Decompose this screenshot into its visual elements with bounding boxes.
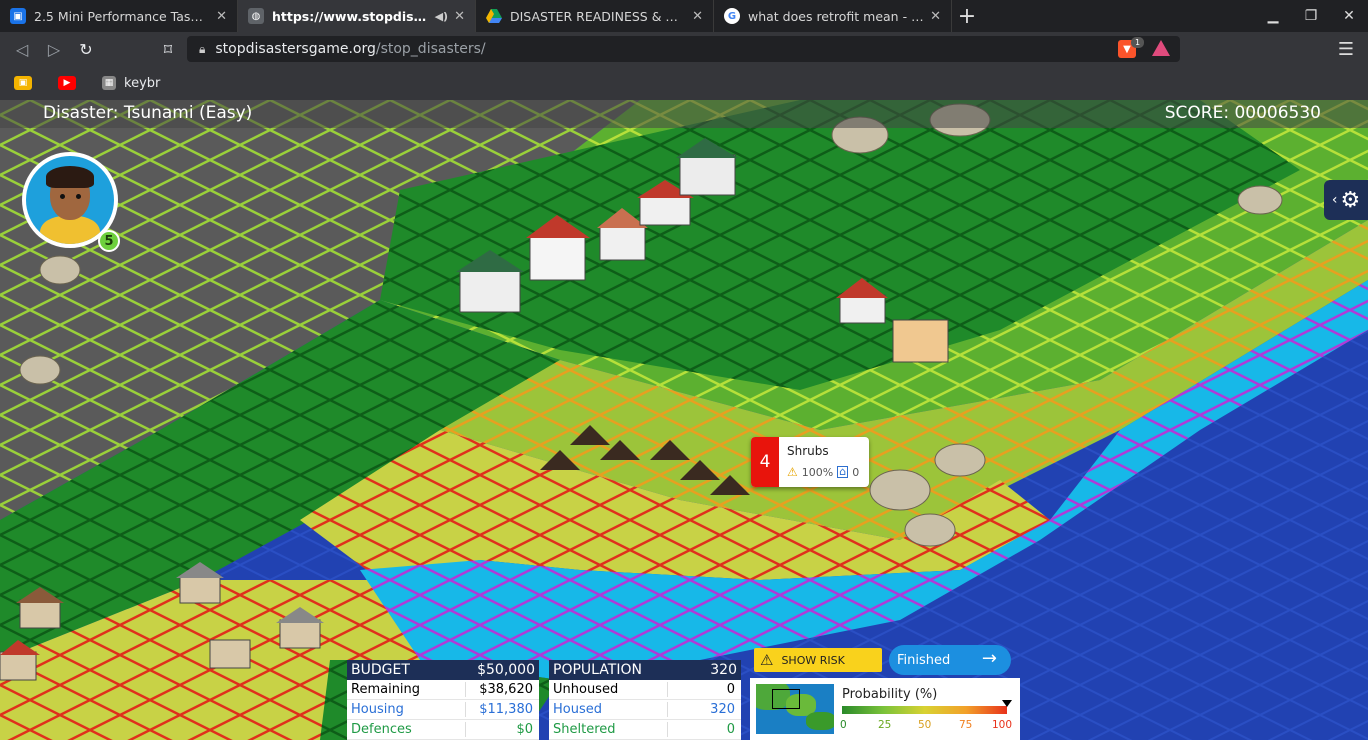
bookmark-icon[interactable]: ⌑ [152,34,184,64]
budget-panel: BUDGET $50,000 Remaining $38,620 Housing $1… [347,660,539,740]
url-domain: stopdisastersgame.org [215,41,376,57]
probability-marker [1002,700,1012,707]
finished-label: Finished [897,652,951,668]
probability-panel: Probability (%) 0 25 50 75 100 [750,678,1020,740]
status-band: Disaster: Tsunami (Easy) SCORE: 00006530 [0,100,1368,128]
budget-row-label: Remaining [351,682,421,697]
google-icon: G [724,8,740,24]
forward-icon[interactable]: ▷ [38,34,70,64]
tile-name: Shrubs [787,444,829,458]
tile-risk-number: 4 [751,437,779,487]
population-row-value: 0 [667,682,737,697]
tick-label: 75 [959,719,973,731]
finished-button[interactable]: Finished → [889,645,1011,675]
reload-icon[interactable]: ↻ [70,34,102,64]
close-icon[interactable]: ✕ [216,9,227,24]
probability-gradient [842,706,1007,714]
window-controls: ▁ ❐ ✕ [1254,0,1368,32]
population-row-label: Housed [553,702,602,717]
tab-title: https://www.stopdisasters [272,8,431,24]
settings-button[interactable]: ‹ ⚙ [1324,180,1368,220]
warning-icon: ⚠ [760,651,774,669]
tab-classroom[interactable]: ▣ 2.5 Mini Performance Task : STOP D ✕ [0,0,238,32]
tile-houses-value: 0 [852,465,860,479]
bookmark-label: keybr [124,75,161,91]
gear-icon: ⚙ [1340,187,1361,213]
maximize-icon[interactable]: ❐ [1292,0,1330,32]
tab-strip: ▣ 2.5 Mini Performance Task : STOP D ✕ ◍… [0,0,1368,32]
tile-tooltip: 4 Shrubs ⚠ 100% ⌂ 0 [751,437,869,487]
keybr-icon: ▦ [102,76,116,90]
lock-icon: 🔒︎ [199,41,206,56]
menu-icon[interactable]: ☰ [1338,39,1354,60]
close-window-icon[interactable]: ✕ [1330,0,1368,32]
address-bar[interactable]: 🔒︎ stopdisastersgame.org/stop_disasters/ [187,36,1180,62]
population-row-label: Unhoused [553,682,619,697]
tab-google[interactable]: G what does retrofit mean - Google S ✕ [714,0,952,32]
population-row-value: 320 [667,702,737,717]
tab-drive[interactable]: DISASTER READINESS & RISK REDU ✕ [476,0,714,32]
population-panel: POPULATION 320 Unhoused 0 Housed 320 Shelte… [549,660,741,740]
tab-title: 2.5 Mini Performance Task : STOP D [34,8,210,24]
budget-row-value: $11,380 [465,702,535,717]
close-icon[interactable]: ✕ [692,9,703,24]
tab-title: what does retrofit mean - Google S [748,8,924,24]
back-icon[interactable]: ◁ [6,34,38,64]
classroom-icon: ▣ [10,8,26,24]
youtube-icon: ▶ [58,76,76,90]
tick-label: 50 [918,719,932,731]
shields-count-badge: 1 [1131,37,1144,48]
brave-rewards-icon[interactable] [1152,40,1170,56]
population-total: 320 [710,662,737,678]
globe-icon: ◍ [248,8,264,24]
close-icon[interactable]: ✕ [454,9,465,24]
population-row-label: Sheltered [553,722,616,737]
tick-label: 0 [840,719,847,731]
population-row-value: 0 [667,722,737,737]
tile-risk-value: 100% [801,465,834,479]
budget-row-label: Housing [351,702,404,717]
budget-row-value: $38,620 [465,682,535,697]
tab-stopdisasters[interactable]: ◍ https://www.stopdisasters ◀) ✕ [238,0,476,32]
show-risk-button[interactable]: ⚠ SHOW RISK [754,648,882,672]
budget-header: BUDGET [351,662,410,678]
arrow-right-icon: → [981,648,997,669]
chevron-left-icon: ‹ [1331,192,1338,208]
minimize-icon[interactable]: ▁ [1254,0,1292,32]
budget-row-value: $0 [465,722,535,737]
bookmarks-bar: ▣ ▶ ▦ keybr [0,66,1368,100]
probability-title: Probability (%) [842,687,938,702]
disaster-label: Disaster: Tsunami (Easy) [43,103,253,123]
new-tab-button[interactable]: + [952,0,982,32]
show-risk-label: SHOW RISK [781,653,845,667]
tick-label: 100 [992,719,1013,731]
house-icon: ⌂ [837,465,849,478]
bookmark-keybr[interactable]: ▦ keybr [102,76,160,91]
close-icon[interactable]: ✕ [930,9,941,24]
warning-icon: ⚠ [787,465,798,479]
population-header: POPULATION [553,662,642,678]
bookmark-youtube[interactable]: ▶ [58,76,84,90]
tab-title: DISASTER READINESS & RISK REDU [510,8,686,24]
budget-row-label: Defences [351,722,412,737]
drive-icon [486,8,502,24]
minimap-viewport-frame[interactable] [772,689,800,709]
classroom-icon: ▣ [14,76,32,90]
bookmark-classroom[interactable]: ▣ [14,76,40,90]
budget-total: $50,000 [477,662,535,678]
navigation-bar: ◁ ▷ ↻ ⌑ 🔒︎ stopdisastersgame.org/stop_di… [0,32,1368,66]
level-badge: 5 [98,230,120,252]
tick-label: 25 [878,719,892,731]
game-viewport[interactable]: Disaster: Tsunami (Easy) SCORE: 00006530… [0,100,1368,740]
speaker-icon[interactable]: ◀) [435,10,449,23]
url-path: /stop_disasters/ [375,41,486,57]
isometric-map[interactable] [0,100,1368,740]
score-label: SCORE: 00006530 [1164,103,1321,123]
minimap[interactable] [756,684,834,734]
